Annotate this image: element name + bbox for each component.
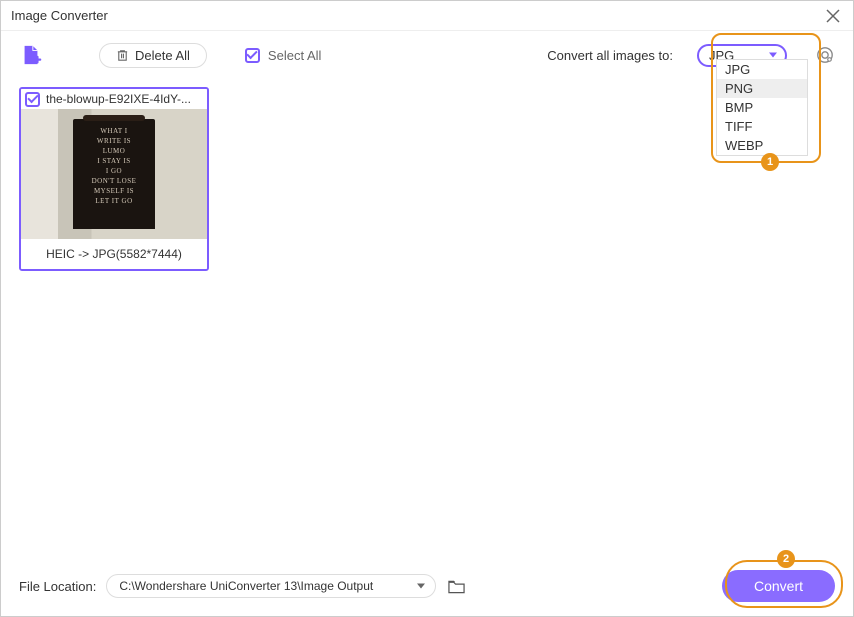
dropdown-option-bmp[interactable]: BMP: [717, 98, 807, 117]
image-card[interactable]: the-blowup-E92IXE-4IdY-... WHAT I WRITE …: [19, 87, 209, 271]
image-thumbnail: WHAT I WRITE IS LUMO I STAY IS I GO DON'…: [21, 109, 207, 239]
annotation-badge-1: 1: [761, 153, 779, 171]
window-title: Image Converter: [11, 8, 108, 23]
image-filename: the-blowup-E92IXE-4IdY-...: [46, 92, 191, 106]
convert-button[interactable]: Convert: [722, 570, 835, 602]
dropdown-option-webp[interactable]: WEBP: [717, 136, 807, 155]
add-image-button[interactable]: [19, 43, 43, 67]
settings-button[interactable]: [815, 45, 835, 65]
dropdown-option-png[interactable]: PNG: [717, 79, 807, 98]
open-folder-button[interactable]: [446, 576, 466, 596]
gear-icon: [816, 46, 834, 64]
file-location-path: C:\Wondershare UniConverter 13\Image Out…: [119, 579, 373, 593]
delete-all-button[interactable]: Delete All: [99, 43, 207, 68]
bottom-bar: File Location: C:\Wondershare UniConvert…: [1, 556, 853, 616]
image-checkbox[interactable]: [25, 92, 40, 107]
image-conversion-info: HEIC -> JPG(5582*7444): [21, 239, 207, 269]
trash-icon: [116, 49, 129, 62]
checkbox-icon: [245, 48, 260, 63]
dropdown-option-tiff[interactable]: TIFF: [717, 117, 807, 136]
close-button[interactable]: [823, 6, 843, 26]
dropdown-option-jpg[interactable]: JPG: [717, 60, 807, 79]
folder-icon: [448, 579, 465, 594]
close-icon: [826, 9, 840, 23]
delete-all-label: Delete All: [135, 48, 190, 63]
titlebar: Image Converter: [1, 1, 853, 31]
format-dropdown-panel: JPG PNG BMP TIFF WEBP: [716, 59, 808, 156]
file-location-label: File Location:: [19, 579, 96, 594]
file-location-dropdown[interactable]: C:\Wondershare UniConverter 13\Image Out…: [106, 574, 436, 598]
annotation-badge-2: 2: [777, 550, 795, 568]
convert-to-label: Convert all images to:: [547, 48, 673, 63]
select-all-label: Select All: [268, 48, 321, 63]
add-file-icon: [20, 44, 42, 66]
select-all-checkbox[interactable]: Select All: [245, 48, 321, 63]
image-card-header: the-blowup-E92IXE-4IdY-...: [21, 89, 207, 109]
